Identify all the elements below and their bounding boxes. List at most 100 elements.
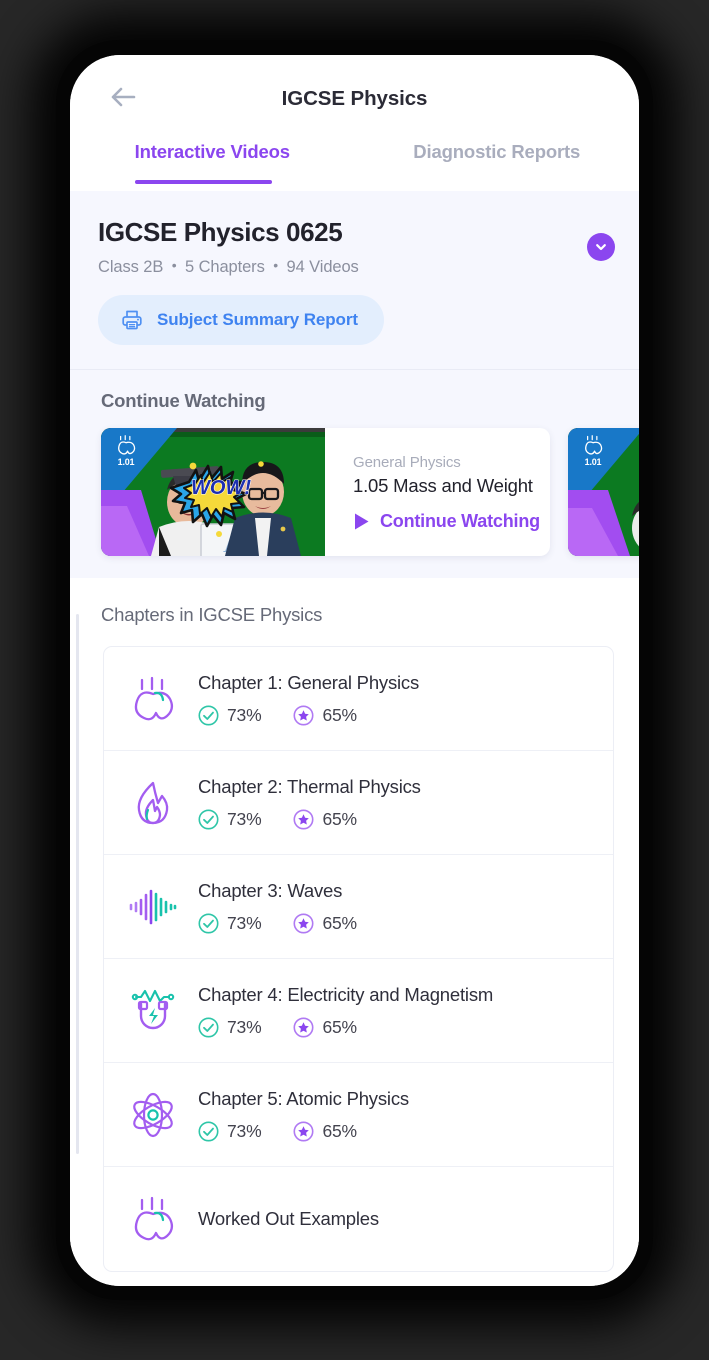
- chapters-heading: Chapters in IGCSE Physics: [101, 604, 323, 625]
- score-stat: 65%: [293, 1016, 357, 1038]
- chapter-name: Chapter 3: Waves: [198, 879, 343, 901]
- video-badge-number: 1.01: [584, 457, 602, 467]
- apple-gravity-icon: [134, 676, 174, 720]
- chapter-row[interactable]: Chapter 5: Atomic Physics 73% 65%: [104, 1063, 613, 1167]
- chapter-stats: 73% 65%: [198, 1121, 593, 1142]
- score-value: 65%: [322, 1120, 357, 1141]
- play-icon: [355, 513, 369, 530]
- score-stat: 65%: [293, 1120, 357, 1142]
- printer-icon: [122, 310, 142, 330]
- star-circle-icon: [293, 809, 314, 829]
- continue-watching-heading: Continue Watching: [101, 390, 266, 411]
- chapters-list: Chapter 1: General Physics 73% 65% Chapt…: [103, 646, 614, 1272]
- score-stat: 65%: [293, 808, 357, 830]
- check-circle-icon: [198, 1017, 219, 1037]
- continue-watching-button[interactable]: Continue Watching: [353, 511, 550, 532]
- chapter-icon: [126, 774, 180, 832]
- phone-frame: IGCSE Physics Interactive Videos Diagnos…: [0, 0, 709, 1360]
- chapters-section: Chapters in IGCSE Physics Chapter 1: Gen…: [70, 578, 639, 1272]
- expand-subject-button[interactable]: [587, 233, 615, 261]
- chapter-row[interactable]: Chapter 1: General Physics 73% 65%: [104, 647, 613, 751]
- video-badge: 1.01: [576, 434, 610, 467]
- subject-summary-report-label: Subject Summary Report: [157, 310, 358, 329]
- chapter-icon: [126, 670, 180, 728]
- tab-diagnostic-reports[interactable]: Diagnostic Reports: [355, 133, 640, 191]
- check-circle-icon: [198, 1121, 219, 1141]
- video-thumbnail[interactable]: 1.01: [568, 428, 639, 556]
- score-value: 65%: [322, 808, 357, 829]
- chapter-body: Chapter 5: Atomic Physics 73% 65%: [198, 1088, 593, 1142]
- continue-watching-label: Continue Watching: [380, 511, 540, 531]
- phone-screen: IGCSE Physics Interactive Videos Diagnos…: [70, 55, 639, 1286]
- completion-value: 73%: [227, 1120, 262, 1141]
- magnet-icon: [131, 989, 175, 1029]
- video-subject: General Physics: [353, 454, 461, 471]
- chapter-name: Worked Out Examples: [198, 1208, 379, 1229]
- completion-stat: 73%: [198, 912, 262, 934]
- score-value: 65%: [322, 912, 357, 933]
- star-circle-icon: [293, 1017, 314, 1037]
- chapter-name: Chapter 4: Electricity and Magnetism: [198, 983, 494, 1005]
- continue-watching-card[interactable]: 1.01: [568, 428, 639, 556]
- star-circle-icon: [293, 913, 314, 933]
- subject-chapter-count: 5 Chapters: [185, 258, 265, 276]
- video-badge-number: 1.01: [117, 457, 135, 467]
- completion-stat: 73%: [198, 1016, 262, 1038]
- completion-value: 73%: [227, 704, 262, 725]
- page-title: IGCSE Physics: [281, 87, 428, 110]
- star-circle-icon: [293, 705, 314, 725]
- subject-title: IGCSE Physics 0625: [98, 217, 343, 247]
- chapter-body: Chapter 4: Electricity and Magnetism 73%: [198, 984, 593, 1038]
- chapters-scrollbar[interactable]: [76, 614, 79, 1154]
- chapter-name: Chapter 5: Atomic Physics: [198, 1087, 409, 1109]
- apple-gravity-icon: [134, 1196, 174, 1241]
- chevron-down-icon: [596, 244, 606, 251]
- chapter-row[interactable]: Chapter 4: Electricity and Magnetism 73%: [104, 959, 613, 1063]
- meta-separator: •: [273, 257, 279, 273]
- subject-header-card: IGCSE Physics 0625 Class 2B • 5 Chapters…: [70, 191, 639, 370]
- check-circle-icon: [198, 809, 219, 829]
- chapter-name: Chapter 2: Thermal Physics: [198, 775, 421, 797]
- chapter-icon: [126, 1086, 180, 1144]
- completion-value: 73%: [227, 1016, 262, 1037]
- chapter-body: Chapter 1: General Physics 73% 65%: [198, 672, 593, 726]
- chapter-stats: 73% 65%: [198, 1017, 593, 1038]
- star-circle-icon: [293, 1121, 314, 1141]
- waveform-icon: [129, 889, 177, 924]
- video-badge: 1.01: [109, 434, 143, 467]
- atom-icon: [133, 1092, 173, 1137]
- chapter-body: Chapter 3: Waves 73% 65%: [198, 880, 593, 934]
- chapter-row[interactable]: Chapter 2: Thermal Physics 73% 65%: [104, 751, 613, 855]
- score-value: 65%: [322, 1016, 357, 1037]
- completion-value: 73%: [227, 912, 262, 933]
- score-stat: 65%: [293, 912, 357, 934]
- chapter-stats: 73% 65%: [198, 809, 593, 830]
- content-scroll-area[interactable]: IGCSE Physics 0625 Class 2B • 5 Chapters…: [70, 191, 639, 1286]
- completion-stat: 73%: [198, 808, 262, 830]
- chapter-row[interactable]: Worked Out Examples: [104, 1167, 613, 1271]
- video-thumbnail[interactable]: A: [101, 428, 325, 556]
- flame-icon: [137, 781, 169, 824]
- score-stat: 65%: [293, 705, 357, 726]
- svg-text:WOW!: WOW!: [191, 477, 251, 499]
- check-circle-icon: [198, 705, 219, 725]
- chapter-body: Chapter 2: Thermal Physics 73% 65%: [198, 776, 593, 830]
- continue-watching-card[interactable]: A: [101, 428, 550, 556]
- app-header: IGCSE Physics: [70, 55, 639, 133]
- chapter-icon: [126, 982, 180, 1040]
- chapter-name: Chapter 1: General Physics: [198, 671, 420, 693]
- subject-meta: Class 2B • 5 Chapters • 94 Videos: [98, 257, 611, 277]
- video-info: General Physics 1.05 Mass and Weight Con…: [325, 428, 550, 556]
- apple-gravity-icon: [585, 435, 603, 455]
- subject-class: Class 2B: [98, 258, 164, 276]
- chapter-icon: [126, 1190, 180, 1248]
- subject-summary-report-button[interactable]: Subject Summary Report: [98, 295, 384, 345]
- continue-watching-rail[interactable]: A: [70, 428, 639, 556]
- completion-stat: 73%: [198, 1120, 262, 1142]
- completion-value: 73%: [227, 808, 262, 829]
- chapter-row[interactable]: Chapter 3: Waves 73% 65%: [104, 855, 613, 959]
- chapter-body: Worked Out Examples: [198, 1208, 593, 1230]
- video-title: 1.05 Mass and Weight: [353, 475, 533, 496]
- chapter-stats: 73% 65%: [198, 913, 593, 934]
- completion-stat: 73%: [198, 704, 262, 726]
